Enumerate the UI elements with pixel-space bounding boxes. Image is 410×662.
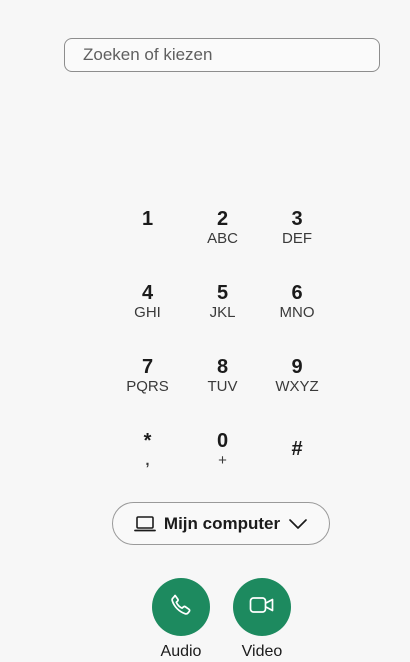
key-letters: WXYZ [275,378,319,395]
key-digit: 5 [216,282,229,304]
key-3[interactable]: 3 DEF [260,200,334,274]
laptop-icon [134,515,156,533]
key-digit: 8 [216,356,229,378]
key-letters: TUV [207,378,238,395]
key-letters: + [218,452,227,469]
key-digit: 2 [216,208,229,230]
video-camera-icon [248,594,276,621]
audio-call-button[interactable] [152,578,210,636]
key-hash[interactable]: # [260,422,334,496]
key-digit: # [291,438,303,460]
key-digit: 3 [291,208,303,230]
key-1[interactable]: 1 [110,200,185,274]
key-letters: JKL [209,304,236,321]
audio-call-label: Audio [160,643,202,660]
key-letters: DEF [282,230,312,247]
key-letters: PQRS [126,378,169,395]
search-input[interactable] [64,38,380,72]
key-4[interactable]: 4 GHI [110,274,185,348]
video-call-group: Video [227,578,297,661]
key-letters: , [145,452,150,469]
key-letters: GHI [134,304,161,321]
device-selector-label: Mijn computer [163,513,281,533]
phone-icon [168,592,194,623]
key-digit: * [143,430,152,452]
video-call-button[interactable] [233,578,291,636]
key-digit: 1 [141,208,154,230]
key-digit: 4 [141,282,154,304]
chevron-down-icon [288,517,308,531]
key-digit: 9 [291,356,303,378]
dialpad-panel: 1 2 ABC 3 DEF 4 GHI 5 JKL 6 MNO 7 PQRS 8 [0,0,410,662]
key-5[interactable]: 5 JKL [185,274,260,348]
device-selector-button[interactable]: Mijn computer [112,502,330,545]
key-0[interactable]: 0 + [185,422,260,496]
key-8[interactable]: 8 TUV [185,348,260,422]
key-digit: 6 [291,282,303,304]
keypad: 1 2 ABC 3 DEF 4 GHI 5 JKL 6 MNO 7 PQRS 8 [110,200,334,496]
key-9[interactable]: 9 WXYZ [260,348,334,422]
key-7[interactable]: 7 PQRS [110,348,185,422]
audio-call-group: Audio [146,578,216,661]
key-digit: 7 [141,356,154,378]
key-star[interactable]: * , [110,422,185,496]
key-2[interactable]: 2 ABC [185,200,260,274]
key-6[interactable]: 6 MNO [260,274,334,348]
video-call-label: Video [241,643,283,660]
key-digit: 0 [216,430,229,452]
key-letters: ABC [207,230,238,247]
key-letters: MNO [279,304,315,321]
